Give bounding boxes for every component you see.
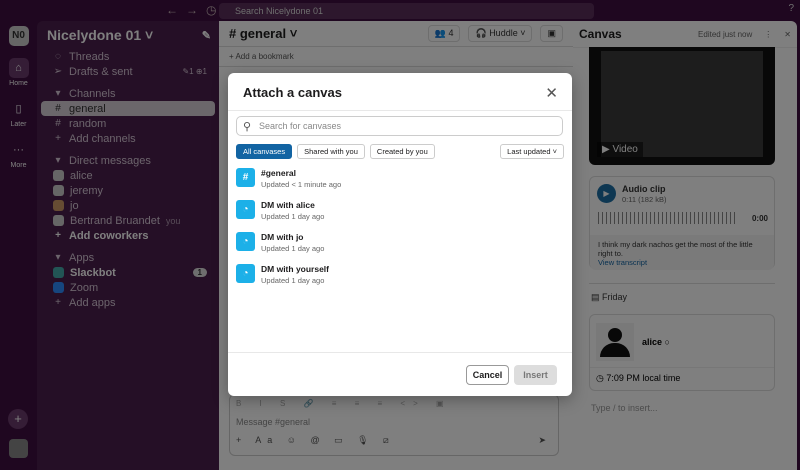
filter-all-canvases[interactable]: All canvases (236, 144, 293, 159)
canvas-item[interactable]: # #general Updated < 1 minute ago (236, 168, 341, 200)
hash-icon: # (236, 168, 255, 187)
canvas-updated: Updated < 1 minute ago (261, 180, 342, 189)
cancel-button[interactable]: Cancel (466, 365, 509, 385)
canvas-name: #general (261, 168, 296, 178)
attach-canvas-dialog: Attach a canvas ✕ ⚲ Search for canvases A… (228, 73, 572, 396)
filter-shared-with-you[interactable]: Shared with you (297, 144, 365, 159)
close-icon[interactable]: ✕ (545, 84, 558, 102)
dm-canvas-icon: ◔ (236, 264, 255, 283)
divider (228, 110, 572, 111)
canvas-name: DM with alice (261, 200, 315, 210)
dm-canvas-icon: ◔ (236, 232, 255, 251)
canvas-updated: Updated 1 day ago (261, 276, 325, 285)
canvas-list: # #general Updated < 1 minute ago ◔ DM with… (236, 168, 341, 296)
filter-created-by-you[interactable]: Created by you (369, 144, 435, 159)
divider (228, 352, 572, 353)
insert-button[interactable]: Insert (514, 365, 557, 385)
canvas-name: DM with yourself (261, 264, 330, 274)
placeholder: Search for canvases (259, 121, 342, 131)
canvas-item[interactable]: ◔ DM with alice Updated 1 day ago (236, 200, 341, 232)
canvas-item[interactable]: ◔ DM with yourself Updated 1 day ago (236, 264, 341, 296)
canvas-updated: Updated 1 day ago (261, 212, 325, 221)
dialog-title: Attach a canvas (243, 85, 342, 100)
search-icon: ⚲ (243, 121, 252, 133)
canvas-updated: Updated 1 day ago (261, 244, 325, 253)
dm-canvas-icon: ◔ (236, 200, 255, 219)
canvas-search-input[interactable]: ⚲ Search for canvases (236, 116, 563, 136)
canvas-item[interactable]: ◔ DM with jo Updated 1 day ago (236, 232, 341, 264)
canvas-name: DM with jo (261, 232, 304, 242)
sort-dropdown[interactable]: Last updated ˅ (500, 144, 564, 159)
